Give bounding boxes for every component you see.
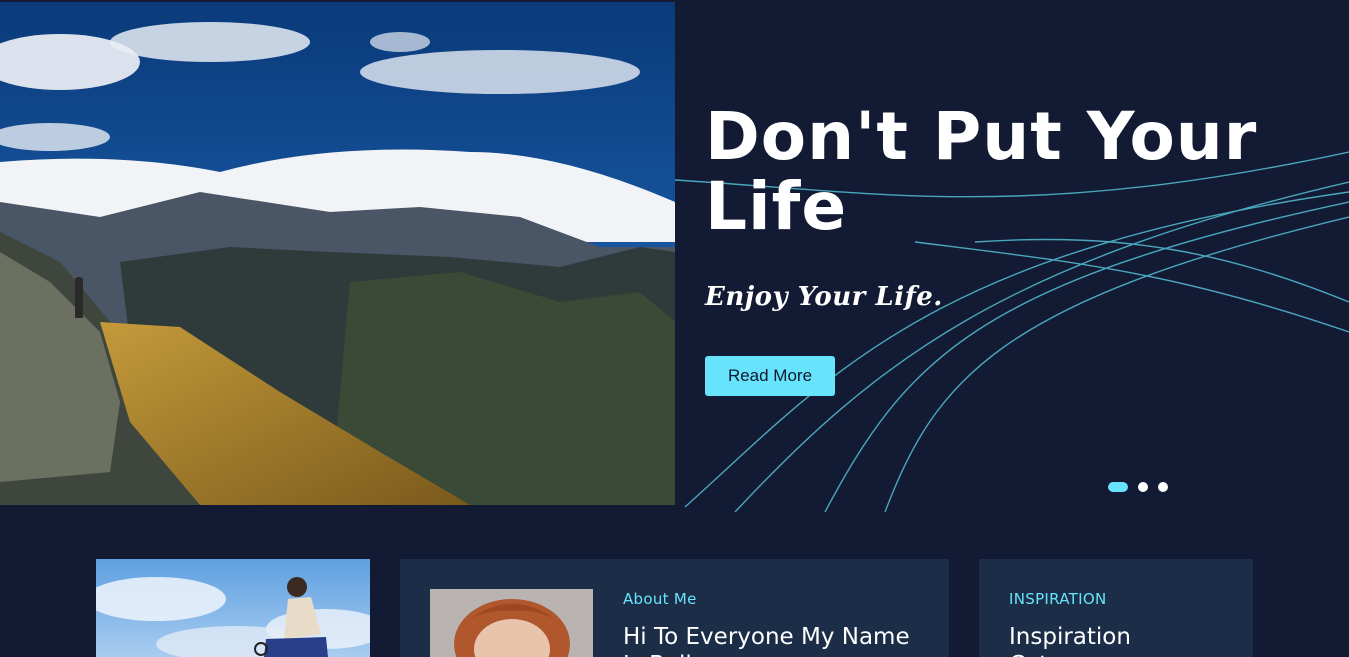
slider-dot-1[interactable] [1108, 482, 1128, 492]
hero-slider: Don't Put Your Life Enjoy Your Life. Rea… [0, 2, 1349, 512]
hero-title: Don't Put Your Life [705, 98, 1258, 245]
inspiration-label[interactable]: Inspiration [1009, 590, 1106, 608]
read-more-button[interactable]: Read More [705, 356, 835, 396]
inspiration-heading[interactable]: Inspiration Category [1009, 623, 1229, 657]
slider-pagination [1108, 482, 1168, 492]
about-portrait-image[interactable] [430, 589, 593, 657]
hero-mountain-image [0, 2, 675, 505]
about-card: About Me Hi To Everyone My Name Is Bella [400, 559, 949, 657]
featured-post-image[interactable] [96, 559, 370, 657]
slider-dot-2[interactable] [1138, 482, 1148, 492]
inspiration-card: Inspiration Inspiration Category [979, 559, 1253, 657]
about-heading[interactable]: Hi To Everyone My Name Is Bella [623, 623, 923, 657]
hero-tagline: Enjoy Your Life. [705, 282, 943, 312]
slider-dot-3[interactable] [1158, 482, 1168, 492]
about-label[interactable]: About Me [623, 590, 697, 608]
